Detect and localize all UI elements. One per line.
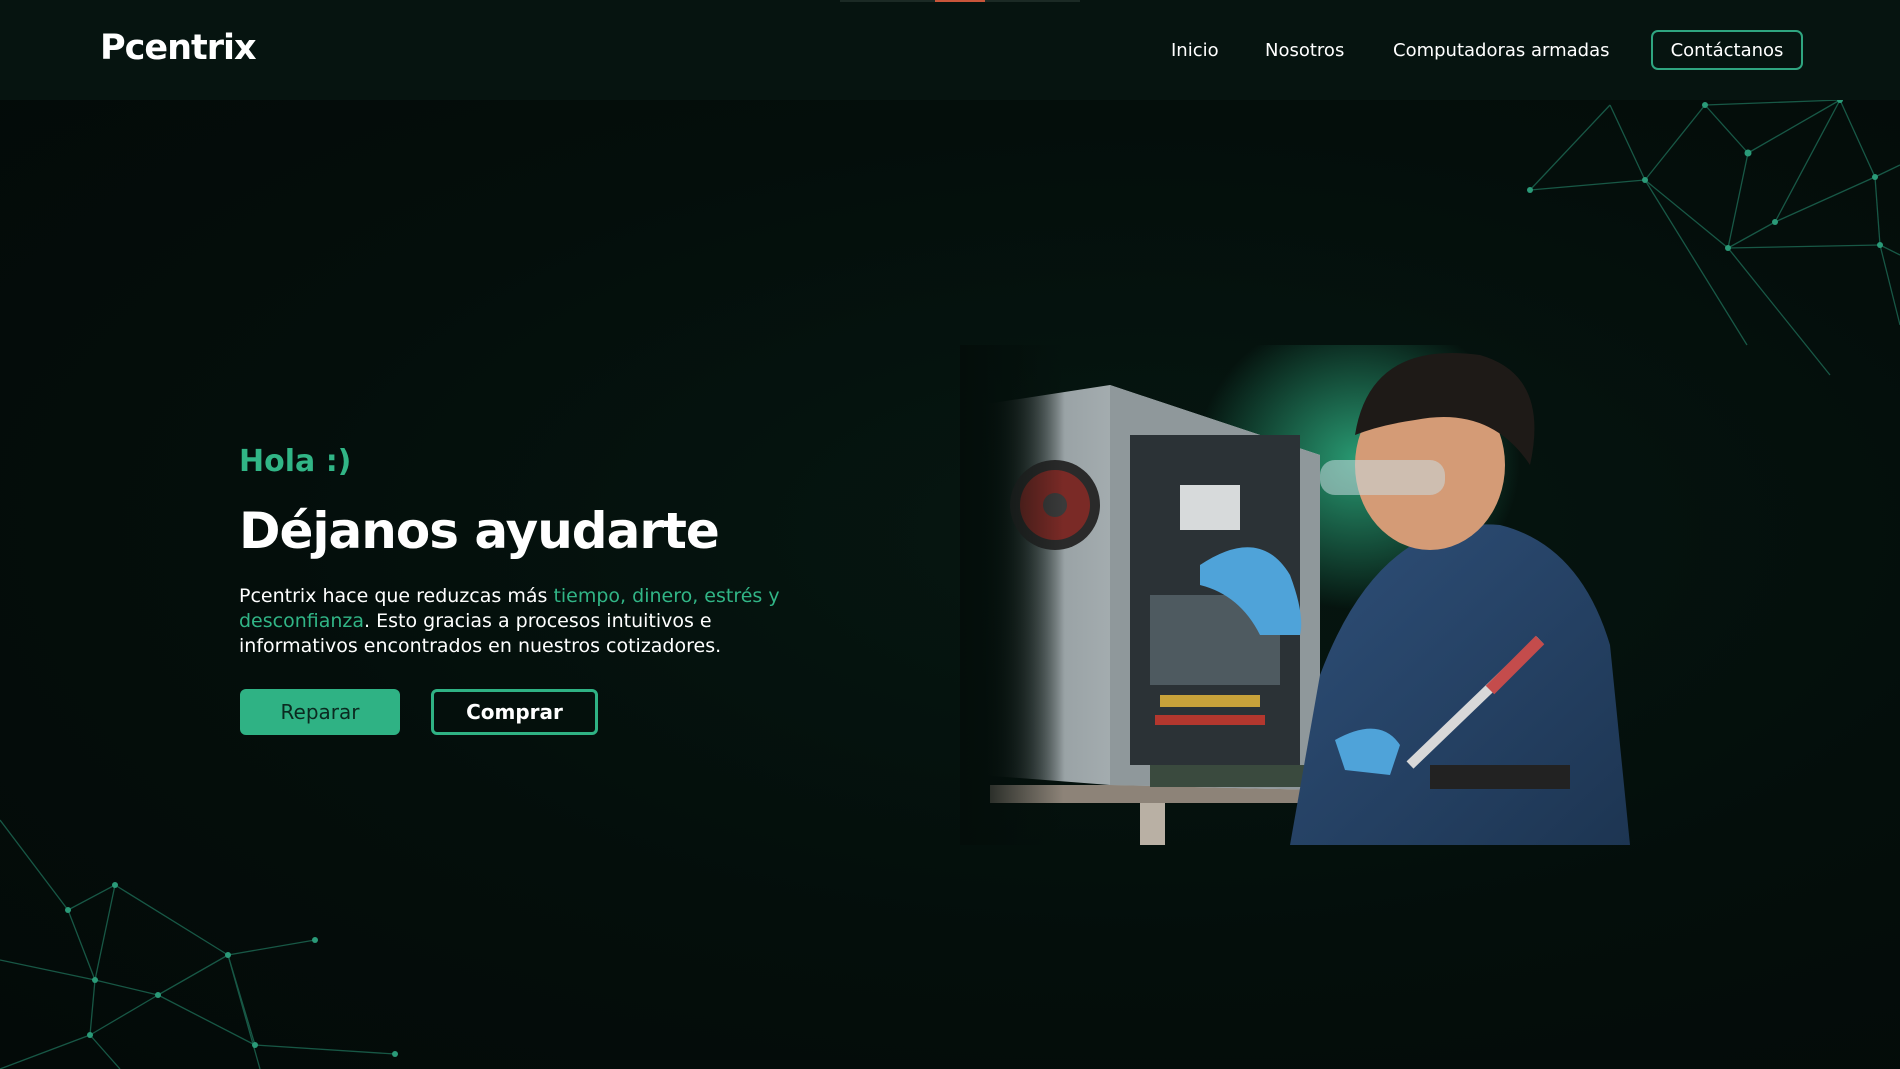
page-loader-indicator (935, 0, 985, 2)
landing-page: Pcentrix Inicio Nosotros Computadoras ar… (0, 0, 1900, 1069)
brand-logo[interactable]: Pcentrix (100, 28, 257, 68)
network-decoration-bottom-left (0, 819, 398, 1069)
hero-greeting: Hola :) (239, 444, 352, 479)
hero-description-part1: Pcentrix hace que reduzcas más (239, 585, 554, 607)
nav-item-computadoras-armadas[interactable]: Computadoras armadas (1393, 30, 1610, 70)
contact-button[interactable]: Contáctanos (1651, 30, 1803, 70)
buy-button[interactable]: Comprar (431, 689, 598, 735)
hero-headline: Déjanos ayudarte (239, 502, 720, 560)
repair-button[interactable]: Reparar (240, 689, 400, 735)
nav-item-nosotros[interactable]: Nosotros (1265, 30, 1344, 70)
technician-repairing-computer-image (960, 345, 1650, 845)
hero-description: Pcentrix hace que reduzcas más tiempo, d… (239, 584, 799, 659)
header: Pcentrix Inicio Nosotros Computadoras ar… (0, 0, 1900, 100)
nav-item-inicio[interactable]: Inicio (1171, 30, 1219, 70)
